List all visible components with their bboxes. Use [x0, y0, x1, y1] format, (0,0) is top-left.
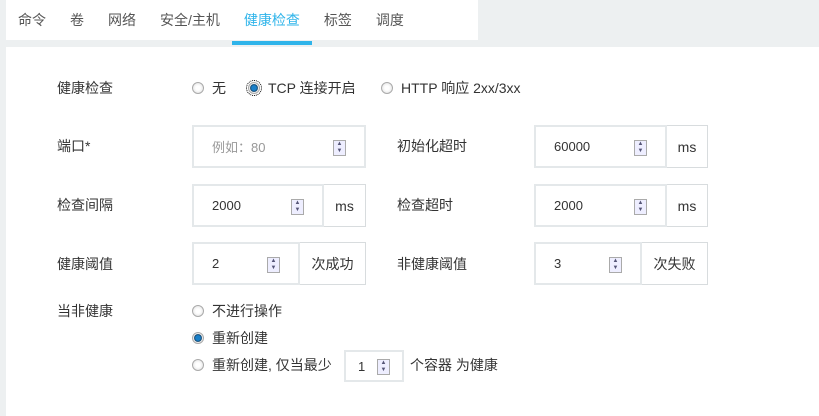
radio-label: 重新创建 [212, 330, 268, 346]
spinner-icon[interactable]: ▲ ▼ [267, 257, 280, 273]
healthy-threshold-unit: 次成功 [300, 242, 366, 285]
healthy-threshold-value: 2 [212, 256, 220, 271]
check-timeout-label: 检查超时 [397, 197, 453, 213]
tab-bar: 命令 卷 网络 安全/主机 健康检查 标签 调度 [6, 0, 478, 45]
port-label: 端口* [57, 138, 91, 154]
tab-volumes[interactable]: 卷 [58, 0, 96, 40]
tab-labels[interactable]: 标签 [312, 0, 364, 40]
radio-selected-icon[interactable] [246, 80, 262, 96]
spinner-icon[interactable]: ▲ ▼ [291, 199, 304, 215]
spinner-icon[interactable]: ▲ ▼ [634, 140, 647, 156]
unhealthy-threshold-input[interactable]: 3 ▲ ▼ [534, 242, 642, 285]
unhealthy-threshold-unit: 次失败 [642, 242, 708, 285]
port-input[interactable]: 例如：80 ▲ ▼ [192, 125, 366, 168]
radio-label: HTTP 响应 2xx/3xx [401, 80, 521, 96]
spinner-icon[interactable]: ▲ ▼ [609, 257, 622, 273]
radio-label: 重新创建, 仅当最少 [212, 357, 332, 373]
check-timeout-input[interactable]: 2000 ▲ ▼ [534, 184, 667, 227]
spinner-icon[interactable]: ▲ ▼ [333, 140, 346, 156]
min-containers-input[interactable]: 1 ▲ ▼ [344, 350, 404, 382]
tab-security-host[interactable]: 安全/主机 [148, 0, 232, 40]
min-containers-suffix: 个容器 为健康 [410, 357, 498, 373]
radio-label: TCP 连接开启 [268, 80, 356, 96]
radio-no-action[interactable]: 不进行操作 [192, 301, 282, 321]
healthy-threshold-input[interactable]: 2 ▲ ▼ [192, 242, 300, 285]
radio-icon[interactable] [192, 305, 204, 317]
init-timeout-unit: ms [667, 125, 708, 168]
check-timeout-value: 2000 [554, 198, 583, 213]
radio-icon[interactable] [192, 359, 204, 371]
radio-label: 无 [212, 80, 226, 96]
healthy-threshold-label: 健康阈值 [57, 256, 113, 272]
radio-icon[interactable] [192, 82, 204, 94]
radio-label: 不进行操作 [212, 303, 282, 319]
radio-icon[interactable] [381, 82, 393, 94]
when-unhealthy-label: 当非健康 [57, 303, 113, 319]
radio-http[interactable]: HTTP 响应 2xx/3xx [381, 78, 521, 98]
port-placeholder: 例如：80 [212, 140, 266, 155]
tab-scheduling[interactable]: 调度 [364, 0, 416, 40]
radio-none[interactable]: 无 [192, 78, 226, 98]
radio-recreate-min[interactable]: 重新创建, 仅当最少 [192, 355, 332, 375]
radio-selected-icon[interactable] [192, 332, 204, 344]
radio-tcp[interactable]: TCP 连接开启 [246, 78, 356, 98]
unhealthy-threshold-value: 3 [554, 256, 562, 271]
health-check-label: 健康检查 [57, 80, 113, 96]
interval-value: 2000 [212, 198, 241, 213]
tab-network[interactable]: 网络 [96, 0, 148, 40]
init-timeout-value: 60000 [554, 139, 591, 154]
min-containers-value: 1 [358, 358, 366, 374]
interval-input[interactable]: 2000 ▲ ▼ [192, 184, 324, 227]
unhealthy-threshold-label: 非健康阈值 [397, 256, 467, 272]
spinner-icon[interactable]: ▲ ▼ [634, 199, 647, 215]
check-timeout-unit: ms [667, 184, 708, 227]
spinner-icon[interactable]: ▲ ▼ [377, 359, 390, 375]
radio-recreate[interactable]: 重新创建 [192, 328, 268, 348]
init-timeout-label: 初始化超时 [397, 138, 467, 154]
init-timeout-input[interactable]: 60000 ▲ ▼ [534, 125, 667, 168]
interval-unit: ms [324, 184, 366, 227]
tab-command[interactable]: 命令 [6, 0, 58, 40]
interval-label: 检查间隔 [57, 197, 113, 213]
tab-health-check[interactable]: 健康检查 [231, 0, 312, 45]
